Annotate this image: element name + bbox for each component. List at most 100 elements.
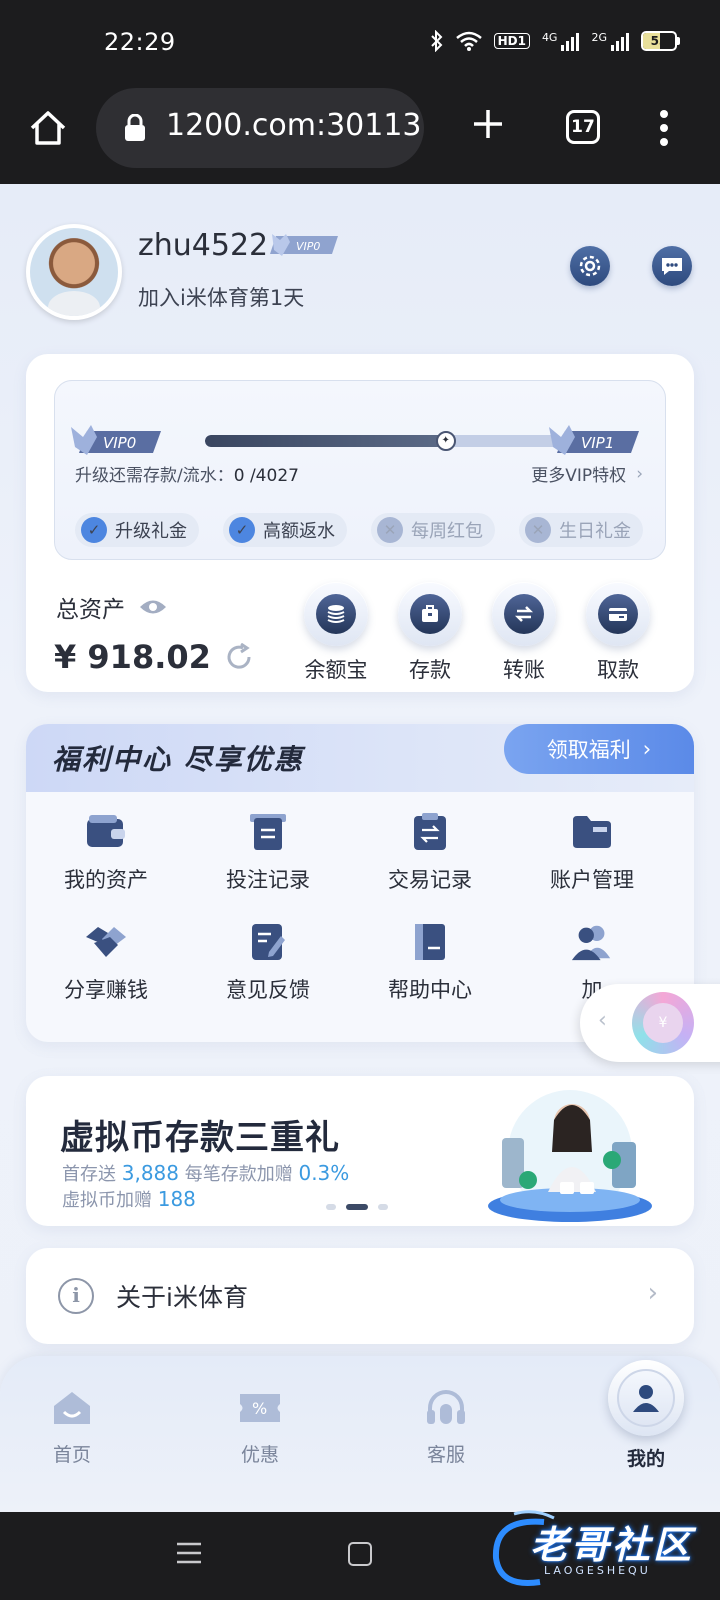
- signal-1-icon: 4G: [542, 31, 580, 51]
- vip-progress-card[interactable]: VIP0 ✦ VIP1 升级还需存款/流水：0 /4027 更多VIP特权 › ✓…: [54, 380, 666, 560]
- red-packet-icon[interactable]: ¥: [632, 992, 694, 1054]
- handshake-icon: [86, 927, 126, 957]
- user-icon: [633, 1385, 659, 1412]
- transaction-record-icon: [414, 813, 446, 850]
- svg-text:%: %: [252, 1399, 267, 1418]
- home-nav-button[interactable]: [348, 1542, 372, 1566]
- svg-text:VIP0: VIP0: [103, 434, 136, 452]
- action-transfer[interactable]: 转账: [484, 582, 564, 684]
- menu-account-management[interactable]: 账户管理: [512, 810, 672, 894]
- total-assets-value: ¥ 918.02: [54, 638, 253, 676]
- banner-title: 虚拟币存款三重礼: [60, 1118, 340, 1158]
- avatar-photo: [30, 228, 118, 316]
- lock-icon: [125, 114, 145, 141]
- floating-red-packet-widget[interactable]: ‹ ¥: [580, 984, 720, 1062]
- perk-weekly-red-packet: ✕ 每周红包: [371, 513, 495, 547]
- menu-help-center[interactable]: 帮助中心: [350, 920, 510, 1004]
- join-days: 加入i米体育第1天: [138, 286, 305, 310]
- action-yuebao[interactable]: 余额宝: [296, 582, 376, 684]
- settings-button[interactable]: [570, 246, 610, 286]
- wifi-icon: [455, 31, 482, 51]
- perk-birthday-bonus: ✕ 生日礼金: [519, 513, 643, 547]
- username: zhu4522: [138, 228, 269, 263]
- vip-perks: ✓ 升级礼金 ✓ 高额返水 ✕ 每周红包 ✕ 生日礼金: [75, 513, 643, 547]
- tab-mine-button[interactable]: [608, 1360, 684, 1436]
- check-icon: ✓: [81, 517, 107, 543]
- url-text: 1200.com:30113: [166, 108, 422, 143]
- avatar[interactable]: [26, 224, 122, 320]
- total-assets-label: 总资产: [56, 590, 167, 624]
- chevron-right-icon: ›: [636, 463, 643, 484]
- perk-upgrade-bonus: ✓ 升级礼金: [75, 513, 199, 547]
- browser-toolbar: 1200.com:30113 17: [0, 88, 720, 184]
- users-icon: [571, 925, 611, 961]
- bet-record-icon: [250, 814, 286, 850]
- perk-rebate: ✓ 高额返水: [223, 513, 347, 547]
- new-tab-button[interactable]: [470, 106, 506, 142]
- tab-switcher-button[interactable]: 17: [566, 110, 600, 144]
- recent-apps-button[interactable]: [176, 1540, 202, 1566]
- vip-level-badge: VIP0: [270, 234, 338, 256]
- vip-progress-bar: [205, 435, 559, 447]
- status-bar: 22:29 HD1 4G 2G 53: [0, 0, 720, 88]
- more-vip-link[interactable]: 更多VIP特权 ›: [531, 461, 643, 487]
- transfer-icon: [514, 606, 534, 622]
- battery-icon: 53: [641, 31, 680, 51]
- check-icon: ✓: [229, 517, 255, 543]
- carousel-dots[interactable]: [326, 1204, 388, 1210]
- progress-knob-icon: ✦: [435, 431, 456, 451]
- chevron-right-icon: ›: [647, 1278, 658, 1308]
- headset-icon: [427, 1390, 465, 1424]
- messages-button[interactable]: [652, 246, 692, 286]
- signal-2-icon: 2G: [591, 31, 629, 51]
- feedback-icon: [252, 924, 285, 960]
- coupon-icon: %: [240, 1394, 280, 1422]
- help-book-icon: [415, 924, 445, 960]
- menu-my-assets[interactable]: 我的资产: [26, 810, 186, 894]
- tab-home[interactable]: 首页: [22, 1384, 122, 1467]
- menu-bet-records[interactable]: 投注记录: [188, 810, 348, 894]
- cross-icon: ✕: [377, 517, 403, 543]
- tab-mine[interactable]: 我的: [596, 1436, 696, 1471]
- watermark-logo: 老哥社区 LAOGESHEQU: [484, 1508, 714, 1592]
- cross-icon: ✕: [525, 517, 551, 543]
- refresh-icon[interactable]: [225, 643, 253, 671]
- vip-next-badge: VIP1: [549, 425, 639, 455]
- bluetooth-icon: [430, 30, 442, 52]
- coins-icon: [327, 605, 345, 623]
- svg-text:VIP1: VIP1: [581, 434, 614, 452]
- eye-icon[interactable]: [139, 598, 167, 616]
- svg-text:VIP0: VIP0: [296, 240, 320, 253]
- more-menu-icon[interactable]: [658, 108, 670, 148]
- promo-banner[interactable]: 虚拟币存款三重礼 首存送 3,888 每笔存款加赠 0.3% 虚拟币加赠 188: [26, 1076, 694, 1226]
- account-card: VIP0 ✦ VIP1 升级还需存款/流水：0 /4027 更多VIP特权 › ✓…: [26, 354, 694, 692]
- chat-icon: [662, 258, 682, 275]
- about-row[interactable]: i 关于i米体育 ›: [26, 1248, 694, 1344]
- home-button[interactable]: [28, 108, 68, 148]
- menu-share-earn[interactable]: 分享赚钱: [26, 920, 186, 1004]
- tab-customer-service[interactable]: 客服: [396, 1384, 496, 1467]
- action-deposit[interactable]: 存款: [390, 582, 470, 684]
- vip-current-badge: VIP0: [71, 425, 161, 455]
- gear-icon: [579, 255, 601, 277]
- tab-promotions[interactable]: % 优惠: [210, 1384, 310, 1467]
- bottom-tab-bar: 首页 % 优惠 客服 我的: [0, 1356, 720, 1512]
- profile-page: zhu4522 VIP0 加入i米体育第1天 VIP0 ✦ VIP1 升级还需存…: [0, 184, 720, 1512]
- action-withdraw[interactable]: 取款: [578, 582, 658, 684]
- menu-transaction-records[interactable]: 交易记录: [350, 810, 510, 894]
- banner-line-1: 首存送 3,888 每笔存款加赠 0.3%: [62, 1161, 350, 1185]
- withdraw-card-icon: [609, 608, 627, 621]
- status-time: 22:29: [104, 28, 176, 56]
- claim-welfare-button[interactable]: 领取福利 ›: [504, 724, 694, 774]
- welfare-title: 福利中心 尽享优惠: [52, 743, 304, 776]
- hd-voice-badge: HD1: [493, 33, 530, 49]
- chevron-left-icon[interactable]: ‹: [598, 1008, 607, 1033]
- account-folder-icon: [573, 816, 611, 848]
- info-icon: i: [58, 1278, 94, 1314]
- wallet-icon: [87, 815, 125, 847]
- upgrade-requirement: 升级还需存款/流水：0 /4027: [75, 466, 299, 486]
- menu-feedback[interactable]: 意见反馈: [188, 920, 348, 1004]
- address-bar[interactable]: 1200.com:30113: [96, 88, 424, 168]
- deposit-icon: [422, 605, 438, 622]
- banner-line-2: 虚拟币加赠 188: [62, 1187, 196, 1211]
